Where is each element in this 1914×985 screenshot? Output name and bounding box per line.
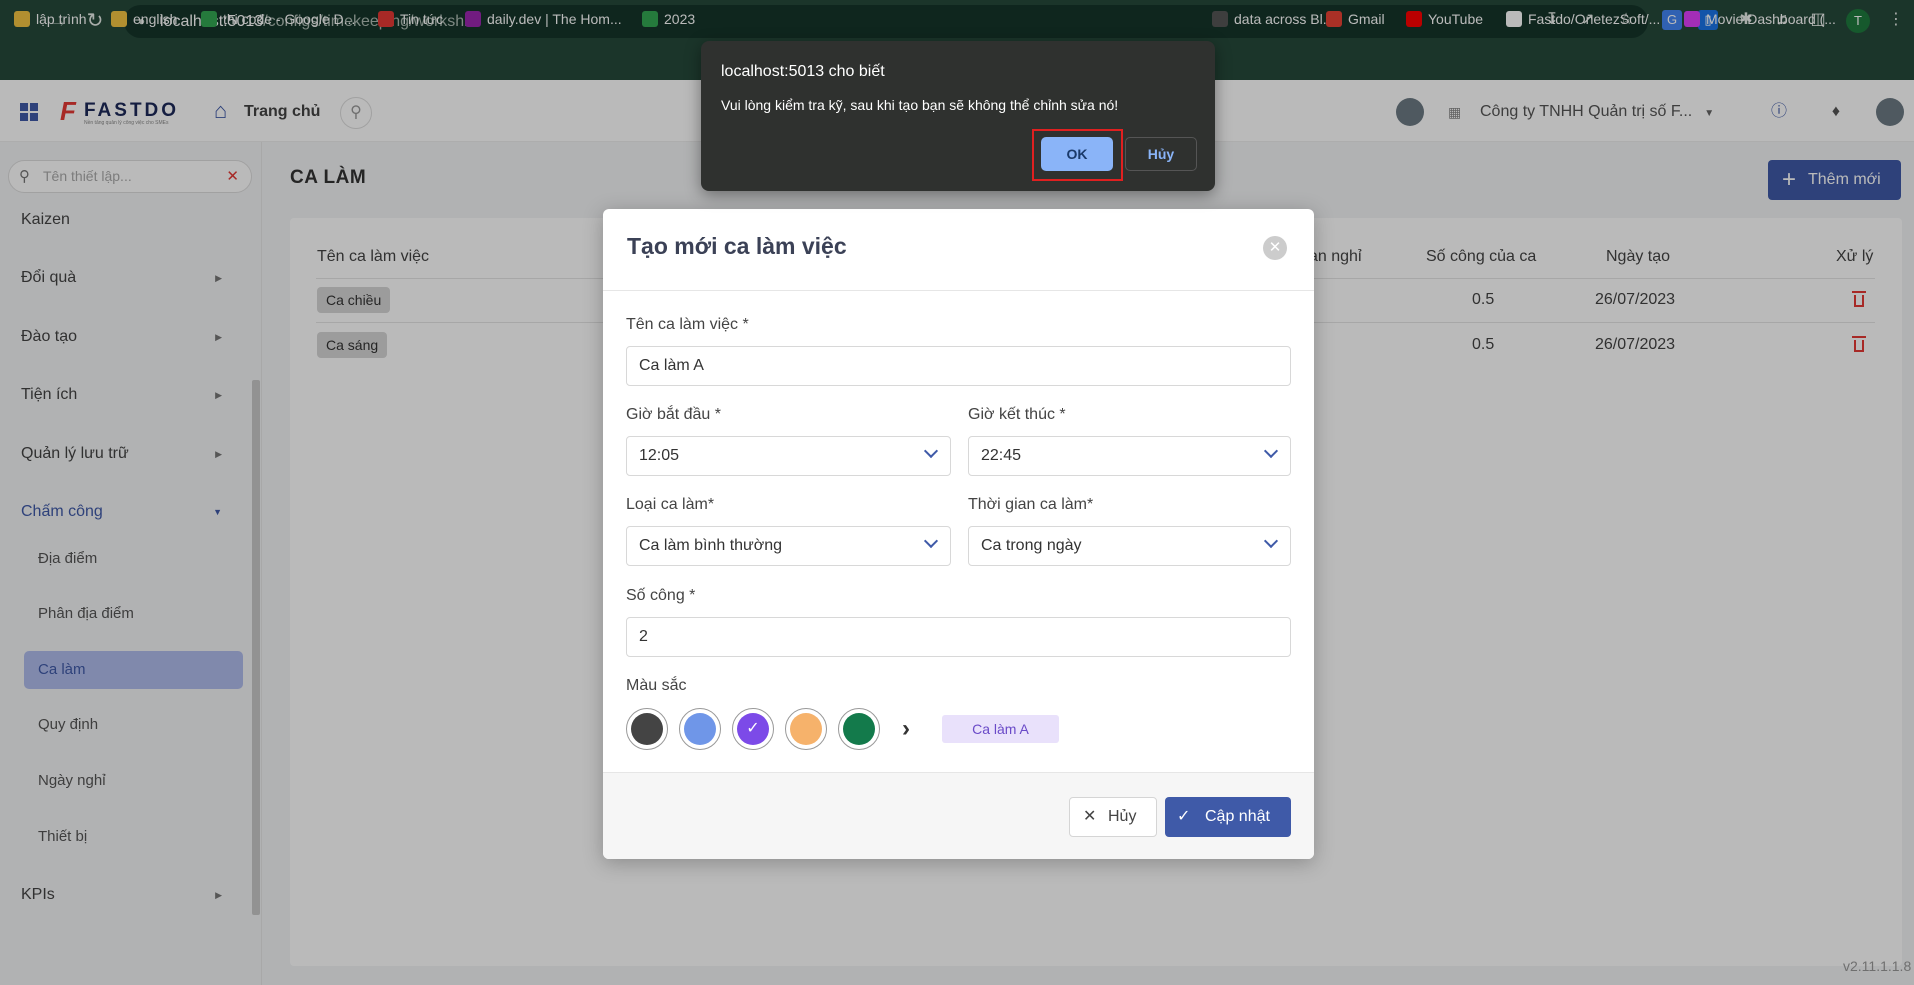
chevron-right-icon[interactable]: › <box>902 717 922 741</box>
shift-type-label: Loại ca làm* <box>626 496 715 513</box>
color-dot <box>631 713 663 745</box>
shift-name-label: Tên ca làm việc * <box>626 316 749 333</box>
workdays-label: Số công * <box>626 587 696 604</box>
shift-time-value: Ca trong ngày <box>981 537 1082 554</box>
check-icon: ✓ <box>1177 808 1191 825</box>
shift-type-select[interactable]: Ca làm bình thường <box>626 526 951 566</box>
cancel-button[interactable]: ✕ Hủy <box>1069 797 1157 837</box>
color-dot <box>843 713 875 745</box>
workdays-input[interactable]: 2 <box>626 617 1291 657</box>
shift-name-input[interactable]: Ca làm A <box>626 346 1291 386</box>
modal-title: Tạo mới ca làm việc <box>627 233 847 259</box>
chevron-down-icon <box>923 443 939 459</box>
update-label: Cập nhật <box>1205 808 1270 825</box>
shift-time-select[interactable]: Ca trong ngày <box>968 526 1291 566</box>
create-shift-modal: Tạo mới ca làm việc ✕ Tên ca làm việc * … <box>603 209 1314 859</box>
alert-message: Vui lòng kiểm tra kỹ, sau khi tạo bạn sẽ… <box>721 97 1119 113</box>
alert-title: localhost:5013 cho biết <box>721 63 885 80</box>
close-icon: ✕ <box>1083 808 1097 825</box>
color-label: Màu sắc <box>626 677 687 694</box>
start-time-label: Giờ bắt đầu * <box>626 406 721 423</box>
color-dot <box>790 713 822 745</box>
color-swatch[interactable] <box>679 708 721 750</box>
color-dot <box>684 713 716 745</box>
color-preview-chip: Ca làm A <box>942 715 1059 743</box>
browser-confirm-dialog: localhost:5013 cho biết Vui lòng kiểm tr… <box>701 41 1215 191</box>
color-swatch[interactable] <box>838 708 880 750</box>
shift-time-label: Thời gian ca làm* <box>968 496 1094 513</box>
shift-name-value: Ca làm A <box>639 357 704 374</box>
end-time-value: 22:45 <box>981 447 1022 464</box>
cancel-label: Hủy <box>1108 808 1137 825</box>
check-icon: ✓ <box>746 720 760 737</box>
modal-divider <box>603 290 1314 291</box>
chevron-down-icon <box>923 533 939 549</box>
shift-type-value: Ca làm bình thường <box>639 537 783 554</box>
alert-cancel-button[interactable]: Hủy <box>1125 137 1197 171</box>
end-time-select[interactable]: 22:45 <box>968 436 1291 476</box>
color-swatch[interactable]: ✓ <box>732 708 774 750</box>
workdays-value: 2 <box>639 628 648 645</box>
color-swatch[interactable] <box>626 708 668 750</box>
start-time-value: 12:05 <box>639 447 680 464</box>
start-time-select[interactable]: 12:05 <box>626 436 951 476</box>
ok-button[interactable]: OK <box>1041 137 1113 171</box>
end-time-label: Giờ kết thúc * <box>968 406 1066 423</box>
close-icon[interactable]: ✕ <box>1263 236 1287 260</box>
update-button[interactable]: ✓ Cập nhật <box>1165 797 1291 837</box>
chevron-down-icon <box>1263 533 1279 549</box>
color-swatch[interactable] <box>785 708 827 750</box>
chevron-down-icon <box>1263 443 1279 459</box>
